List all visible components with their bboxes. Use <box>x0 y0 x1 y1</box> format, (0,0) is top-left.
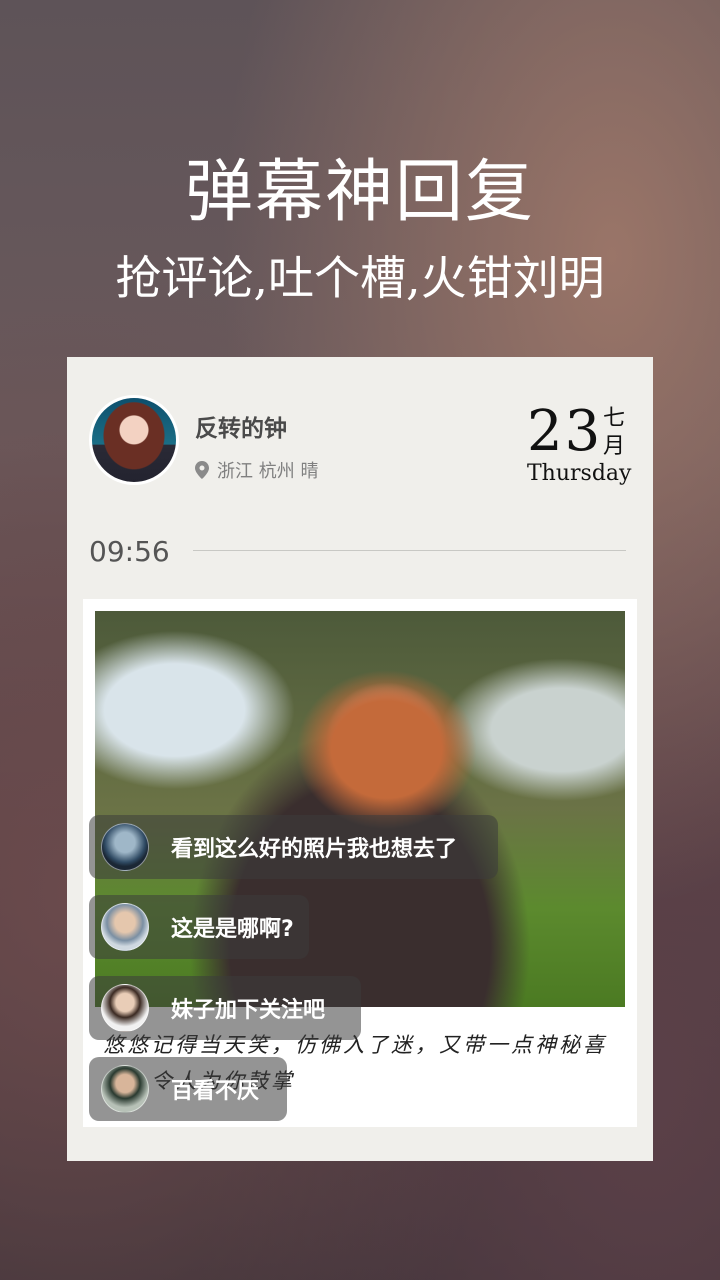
commenter-avatar[interactable] <box>101 903 149 951</box>
comment-text: 妹子加下关注吧 <box>171 998 326 1023</box>
location-text: 浙江 杭州 晴 <box>217 461 319 482</box>
post-card[interactable]: 反转的钟 浙江 杭州 晴 23 七月 Thursday 09:56 悠悠记得当天… <box>67 357 653 1161</box>
user-avatar[interactable] <box>89 395 179 485</box>
commenter-avatar[interactable] <box>101 984 149 1032</box>
user-name[interactable]: 反转的钟 <box>195 409 287 443</box>
divider <box>193 550 626 551</box>
location-pin-icon <box>195 461 209 479</box>
commenter-avatar[interactable] <box>101 1065 149 1113</box>
date-weekday: Thursday <box>527 461 632 486</box>
comment-text: 百看不厌 <box>171 1079 260 1104</box>
promo-title: 弹幕神回复 <box>184 153 535 232</box>
post-time: 09:56 <box>89 535 170 568</box>
commenter-avatar[interactable] <box>101 823 149 871</box>
danmaku-comment[interactable]: 这是是哪啊? <box>89 895 309 959</box>
promo-subtitle: 抢评论,吐个槽,火钳刘明 <box>115 251 605 305</box>
danmaku-comment[interactable]: 看到这么好的照片我也想去了 <box>89 815 498 879</box>
date-month: 七月 <box>602 406 625 459</box>
user-location: 浙江 杭州 晴 <box>195 457 318 483</box>
date-day: 23 <box>527 399 603 464</box>
danmaku-comment[interactable]: 妹子加下关注吧 <box>89 976 361 1040</box>
comment-text: 看到这么好的照片我也想去了 <box>171 837 458 862</box>
danmaku-comment[interactable]: 百看不厌 <box>89 1057 287 1121</box>
comment-text: 这是是哪啊? <box>171 917 294 942</box>
